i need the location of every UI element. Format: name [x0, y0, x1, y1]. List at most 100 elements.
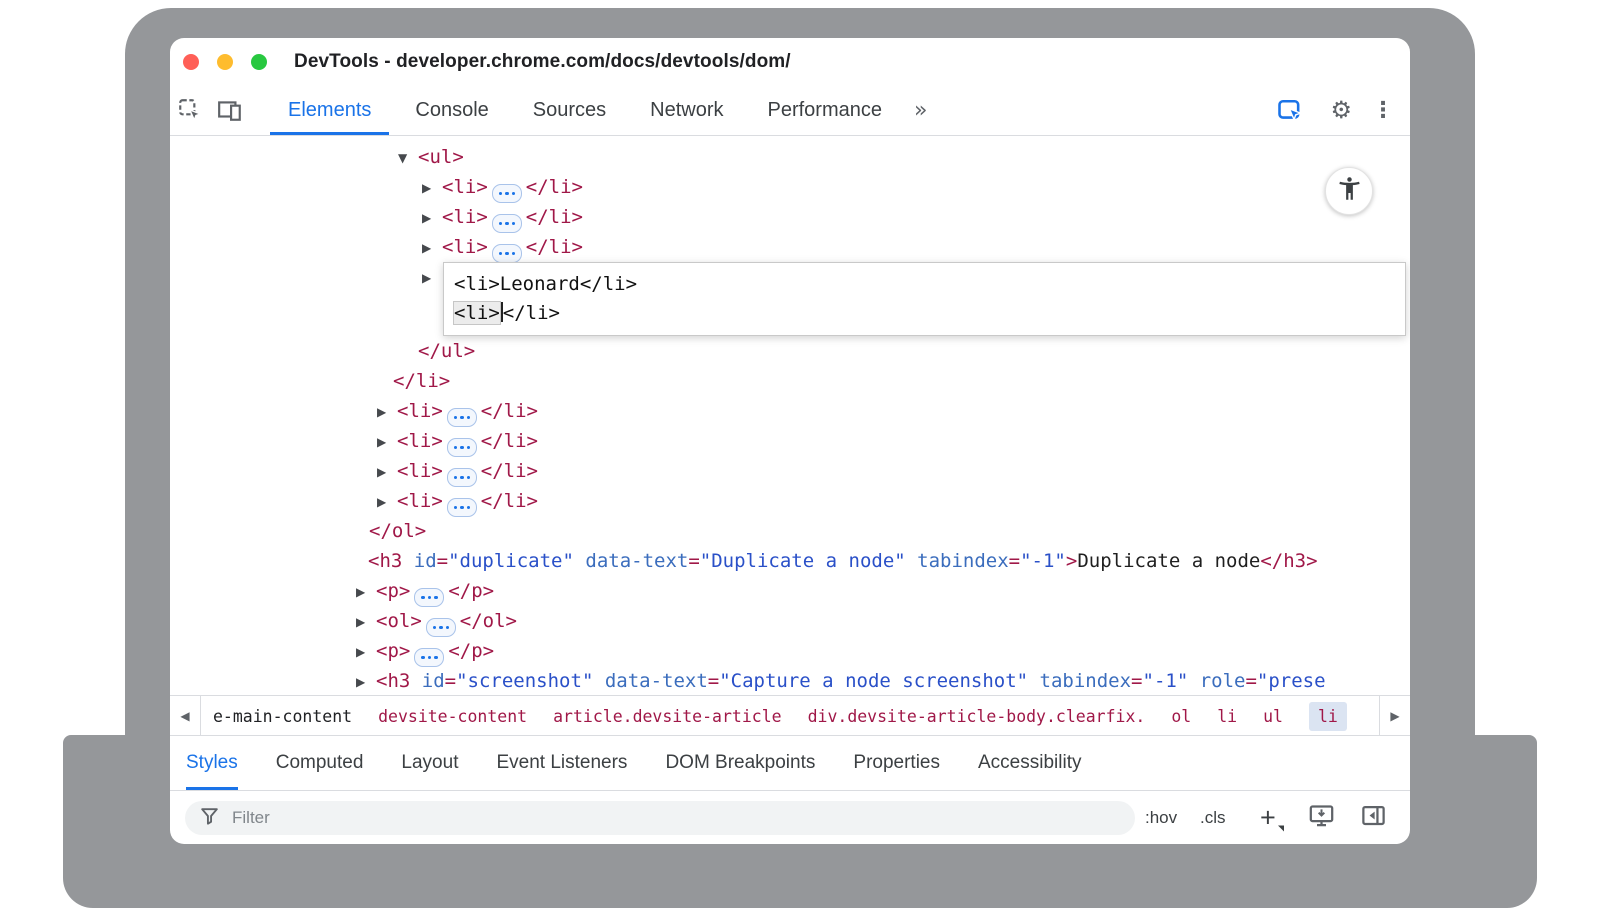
ellipsis-dot: [499, 222, 503, 226]
tree-line[interactable]: ▶<p></p>: [170, 636, 1410, 666]
disclosure-arrow-icon[interactable]: ▶: [356, 637, 376, 667]
device-toolbar-icon[interactable]: [210, 85, 250, 135]
inspect-mode-blue-icon[interactable]: [1270, 96, 1310, 124]
ellipsis-dot: [460, 506, 464, 510]
breadcrumb-scroll-left-icon[interactable]: ◀: [170, 696, 201, 736]
breadcrumb-item[interactable]: e-main-content: [213, 707, 352, 726]
breadcrumb-item[interactable]: li: [1217, 707, 1237, 726]
overflow-menu-icon[interactable]: ⋮: [1372, 98, 1394, 123]
breadcrumb-scroll-right-icon[interactable]: ▶: [1379, 696, 1410, 736]
disclosure-arrow-icon[interactable]: ▼: [398, 143, 418, 173]
toolbar-right-group: ⚙ ⋮: [1270, 85, 1394, 135]
tree-line[interactable]: ▶<li></li>: [170, 396, 1410, 426]
breadcrumb-item[interactable]: div.devsite-article-body.clearfix.: [808, 707, 1146, 726]
minimize-button[interactable]: [217, 54, 233, 70]
tree-line[interactable]: ▶<li></li>: [170, 426, 1410, 456]
tree-line[interactable]: ▶<p></p>: [170, 576, 1410, 606]
code-token: tabindex: [906, 550, 1009, 572]
code-token: =: [1009, 550, 1020, 572]
code-token: <li>: [442, 206, 488, 228]
toggle-sidebar-icon[interactable]: [1360, 802, 1387, 834]
ellipsis-dot: [454, 416, 458, 420]
tree-line[interactable]: </ul>: [170, 336, 1410, 366]
tab-console[interactable]: Console: [397, 85, 506, 135]
tree-line[interactable]: ▶<li></li>: [170, 486, 1410, 516]
accessibility-button[interactable]: [1325, 167, 1373, 215]
breadcrumb-bar: ◀ e-main-content devsite-content article.d…: [170, 695, 1410, 736]
disclosure-arrow-icon[interactable]: ▶: [422, 173, 442, 203]
rendering-emulations-icon[interactable]: [1308, 802, 1335, 834]
element-classes-button[interactable]: .cls: [1200, 808, 1226, 828]
filter-input[interactable]: [230, 807, 1121, 829]
code-token: </ol>: [369, 520, 426, 542]
breadcrumb-item[interactable]: ol: [1171, 707, 1191, 726]
tree-line[interactable]: ▶<li></li>: [170, 232, 1410, 262]
ellipsis-button[interactable]: [414, 588, 444, 607]
edit-as-html-box[interactable]: <li>Leonard</li><li></li>: [443, 262, 1406, 336]
toggle-element-state-button[interactable]: :hov: [1145, 808, 1177, 828]
more-tabs-icon[interactable]: »: [914, 85, 927, 135]
ellipsis-dot: [505, 192, 509, 196]
ellipsis-button[interactable]: [447, 408, 477, 427]
ellipsis-dot: [467, 476, 471, 480]
close-button[interactable]: [183, 54, 199, 70]
tab-elements[interactable]: Elements: [270, 85, 389, 135]
tree-line[interactable]: ▶<li>Leonard</li><li></li>: [170, 262, 1410, 336]
ellipsis-button[interactable]: [447, 498, 477, 517]
tree-line[interactable]: </ol>: [170, 516, 1410, 546]
ellipsis-button[interactable]: [414, 648, 444, 667]
tree-line[interactable]: <h3 id="duplicate" data-text="Duplicate …: [170, 546, 1410, 576]
tree-line[interactable]: </li>: [170, 366, 1410, 396]
tree-line[interactable]: ▶<li></li>: [170, 172, 1410, 202]
code-token: </li>: [526, 236, 583, 258]
tab-accessibility[interactable]: Accessibility: [978, 736, 1081, 790]
filter-field[interactable]: [185, 801, 1135, 835]
tab-computed[interactable]: Computed: [276, 736, 364, 790]
tree-line[interactable]: ▼<ul>: [170, 142, 1410, 172]
inspect-icon[interactable]: [170, 85, 210, 135]
breadcrumb-item[interactable]: article.devsite-article: [553, 707, 781, 726]
disclosure-arrow-icon[interactable]: ▶: [377, 397, 397, 427]
disclosure-arrow-icon[interactable]: ▶: [356, 667, 376, 697]
disclosure-arrow-icon[interactable]: ▶: [377, 487, 397, 517]
plus-icon: +: [1260, 803, 1276, 833]
code-token: =: [688, 550, 699, 572]
tab-performance[interactable]: Performance: [750, 85, 901, 135]
ellipsis-button[interactable]: [426, 618, 456, 637]
disclosure-arrow-icon[interactable]: ▶: [356, 607, 376, 637]
tree-line[interactable]: ▶<h3 id="screenshot" data-text="Capture …: [170, 666, 1410, 696]
ellipsis-dot: [467, 506, 471, 510]
new-style-rule-button[interactable]: +: [1260, 805, 1276, 832]
tab-styles[interactable]: Styles: [186, 736, 238, 790]
zoom-button[interactable]: [251, 54, 267, 70]
tree-line[interactable]: ▶<li></li>: [170, 202, 1410, 232]
ellipsis-button[interactable]: [492, 214, 522, 233]
tree-line[interactable]: ▶<li></li>: [170, 456, 1410, 486]
ellipsis-button[interactable]: [447, 438, 477, 457]
tab-properties[interactable]: Properties: [853, 736, 940, 790]
disclosure-arrow-icon[interactable]: ▶: [422, 203, 442, 233]
disclosure-arrow-icon[interactable]: ▶: [377, 427, 397, 457]
tree-line[interactable]: ▶<ol></ol>: [170, 606, 1410, 636]
code-token: <li>: [397, 430, 443, 452]
ellipsis-button[interactable]: [447, 468, 477, 487]
disclosure-arrow-icon[interactable]: ▶: [356, 577, 376, 607]
disclosure-arrow-icon[interactable]: ▶: [377, 457, 397, 487]
code-token: data-text: [574, 550, 688, 572]
tab-dom-breakpoints[interactable]: DOM Breakpoints: [665, 736, 815, 790]
tab-event-listeners[interactable]: Event Listeners: [496, 736, 627, 790]
window-title: DevTools - developer.chrome.com/docs/dev…: [294, 51, 791, 73]
breadcrumb-item[interactable]: ul: [1263, 707, 1283, 726]
tab-network[interactable]: Network: [632, 85, 741, 135]
code-token: "screenshot": [456, 670, 593, 692]
tab-sources[interactable]: Sources: [515, 85, 624, 135]
settings-gear-icon[interactable]: ⚙: [1330, 96, 1352, 124]
disclosure-arrow-icon[interactable]: ▶: [422, 233, 442, 263]
tab-layout[interactable]: Layout: [401, 736, 458, 790]
breadcrumb-item[interactable]: devsite-content: [378, 707, 527, 726]
ellipsis-dot: [446, 626, 450, 630]
ellipsis-button[interactable]: [492, 184, 522, 203]
disclosure-arrow-icon[interactable]: ▶: [422, 263, 442, 293]
breadcrumb-item[interactable]: li: [1309, 702, 1347, 731]
ellipsis-button[interactable]: [492, 244, 522, 263]
